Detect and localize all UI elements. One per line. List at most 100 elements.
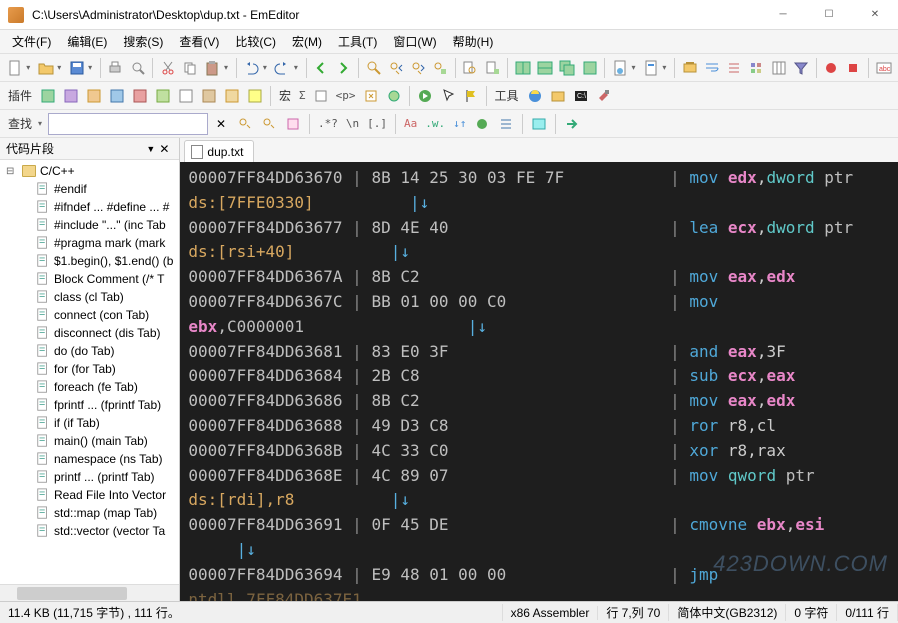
highlight-icon[interactable] <box>471 113 493 135</box>
window-single-icon[interactable] <box>579 57 600 79</box>
find-next-icon[interactable] <box>407 57 428 79</box>
charclass-icon[interactable]: [.] <box>364 117 390 130</box>
snippet-item[interactable]: $1.begin(), $1.end() (b <box>2 252 177 270</box>
word-icon[interactable]: .w. <box>422 117 448 130</box>
menu-item-2[interactable]: 搜索(S) <box>115 31 171 52</box>
plugin-5-icon[interactable] <box>129 85 151 107</box>
snippet-item[interactable]: Block Comment (/* T <box>2 270 177 288</box>
find-go-icon[interactable] <box>561 113 583 135</box>
find-down-icon[interactable] <box>258 113 280 135</box>
print-icon[interactable] <box>105 57 126 79</box>
large-file-icon[interactable] <box>679 57 700 79</box>
go-icon[interactable] <box>414 85 436 107</box>
param-icon[interactable]: <p> <box>333 89 359 102</box>
csv-icon[interactable] <box>768 57 789 79</box>
snippet-item[interactable]: std::vector (vector Ta <box>2 522 177 540</box>
snippet-item[interactable]: std::map (map Tab) <box>2 504 177 522</box>
menu-item-1[interactable]: 编辑(E) <box>59 31 115 52</box>
minimize-button[interactable]: ─ <box>760 0 806 30</box>
explorer-icon[interactable] <box>547 85 569 107</box>
window-split-icon[interactable] <box>512 57 533 79</box>
snippets-close-icon[interactable]: ✕ <box>155 142 173 156</box>
plugin-8-icon[interactable] <box>198 85 220 107</box>
sigma-icon[interactable]: Σ <box>296 89 309 102</box>
snippet-item[interactable]: main() (main Tab) <box>2 432 177 450</box>
snippet-item[interactable]: #ifndef ... #define ... # <box>2 198 177 216</box>
ie-icon[interactable] <box>524 85 546 107</box>
case-icon[interactable]: Aa <box>401 117 420 130</box>
snippet-item[interactable]: #pragma mark (mark <box>2 234 177 252</box>
snippet-item[interactable]: fprintf ... (fprintf Tab) <box>2 396 177 414</box>
plugin-2-icon[interactable] <box>60 85 82 107</box>
forward-icon[interactable] <box>333 57 354 79</box>
save-icon[interactable] <box>66 57 87 79</box>
stop-macro-icon[interactable] <box>843 57 864 79</box>
plugin-1-icon[interactable] <box>37 85 59 107</box>
menu-item-8[interactable]: 帮助(H) <box>445 31 502 52</box>
cmd-icon[interactable]: C:\ <box>570 85 592 107</box>
replace-icon[interactable] <box>430 57 451 79</box>
properties-icon[interactable] <box>609 57 630 79</box>
snippet-item[interactable]: foreach (fe Tab) <box>2 378 177 396</box>
paste-icon[interactable] <box>202 57 223 79</box>
filter-icon[interactable] <box>790 57 811 79</box>
bookmark-find-icon[interactable] <box>495 113 517 135</box>
macro-tool-2-icon[interactable] <box>360 85 382 107</box>
plugin-7-icon[interactable] <box>175 85 197 107</box>
config-icon[interactable] <box>640 57 661 79</box>
snippet-item[interactable]: for (for Tab) <box>2 360 177 378</box>
redo-icon[interactable] <box>272 57 293 79</box>
window-tile-h-icon[interactable] <box>535 57 556 79</box>
plugin-10-icon[interactable] <box>244 85 266 107</box>
markers-icon[interactable] <box>746 57 767 79</box>
cut-icon[interactable] <box>157 57 178 79</box>
hammer-icon[interactable] <box>593 85 615 107</box>
plugin-4-icon[interactable] <box>106 85 128 107</box>
outline-icon[interactable] <box>724 57 745 79</box>
copy-icon[interactable] <box>180 57 201 79</box>
replace-in-files-icon[interactable] <box>482 57 503 79</box>
newline-icon[interactable]: \n <box>343 117 362 130</box>
window-cascade-icon[interactable] <box>557 57 578 79</box>
status-lang[interactable]: x86 Assembler <box>503 606 599 620</box>
back-icon[interactable] <box>311 57 332 79</box>
menu-item-0[interactable]: 文件(F) <box>4 31 59 52</box>
collapse-icon[interactable]: ⊟ <box>6 166 18 177</box>
find-panel-icon[interactable] <box>528 113 550 135</box>
flag-icon[interactable] <box>460 85 482 107</box>
maximize-button[interactable]: ☐ <box>806 0 852 30</box>
wrap-icon[interactable]: ↓↑ <box>450 117 469 130</box>
editor[interactable]: 00007FF84DD63670 | 8B 14 25 30 03 FE 7F … <box>180 162 898 601</box>
macro-tool-3-icon[interactable] <box>383 85 405 107</box>
snippets-h-scrollbar[interactable] <box>0 584 179 601</box>
snippet-item[interactable]: do (do Tab) <box>2 342 177 360</box>
record-macro-icon[interactable] <box>820 57 841 79</box>
macro-tool-1-icon[interactable] <box>310 85 332 107</box>
find-in-files-icon[interactable] <box>460 57 481 79</box>
menu-item-5[interactable]: 宏(M) <box>284 31 330 52</box>
snippet-item[interactable]: namespace (ns Tab) <box>2 450 177 468</box>
new-file-icon[interactable] <box>4 57 25 79</box>
snippet-item[interactable]: Read File Into Vector <box>2 486 177 504</box>
tab-dup-txt[interactable]: dup.txt <box>184 140 254 162</box>
regex-icon[interactable]: .*? <box>315 117 341 130</box>
close-button[interactable]: ✕ <box>852 0 898 30</box>
find-all-icon[interactable] <box>282 113 304 135</box>
tree-folder-cpp[interactable]: ⊟ C/C++ <box>2 162 177 180</box>
snippet-item[interactable]: printf ... (printf Tab) <box>2 468 177 486</box>
menu-item-3[interactable]: 查看(V) <box>171 31 227 52</box>
print-preview-icon[interactable] <box>127 57 148 79</box>
snippet-item[interactable]: connect (con Tab) <box>2 306 177 324</box>
find-input[interactable] <box>48 113 208 135</box>
find-icon[interactable] <box>363 57 384 79</box>
snippet-item[interactable]: disconnect (dis Tab) <box>2 324 177 342</box>
spell-icon[interactable]: abc <box>873 57 894 79</box>
snippets-tree[interactable]: ⊟ C/C++ #endif#ifndef ... #define ... ##… <box>0 160 179 584</box>
snippet-item[interactable]: if (if Tab) <box>2 414 177 432</box>
word-wrap-icon[interactable] <box>701 57 722 79</box>
plugin-9-icon[interactable] <box>221 85 243 107</box>
menu-item-4[interactable]: 比较(C) <box>227 31 284 52</box>
snippets-dropdown-icon[interactable]: ▼ <box>146 144 155 154</box>
find-up-icon[interactable] <box>234 113 256 135</box>
cursor-icon[interactable] <box>437 85 459 107</box>
